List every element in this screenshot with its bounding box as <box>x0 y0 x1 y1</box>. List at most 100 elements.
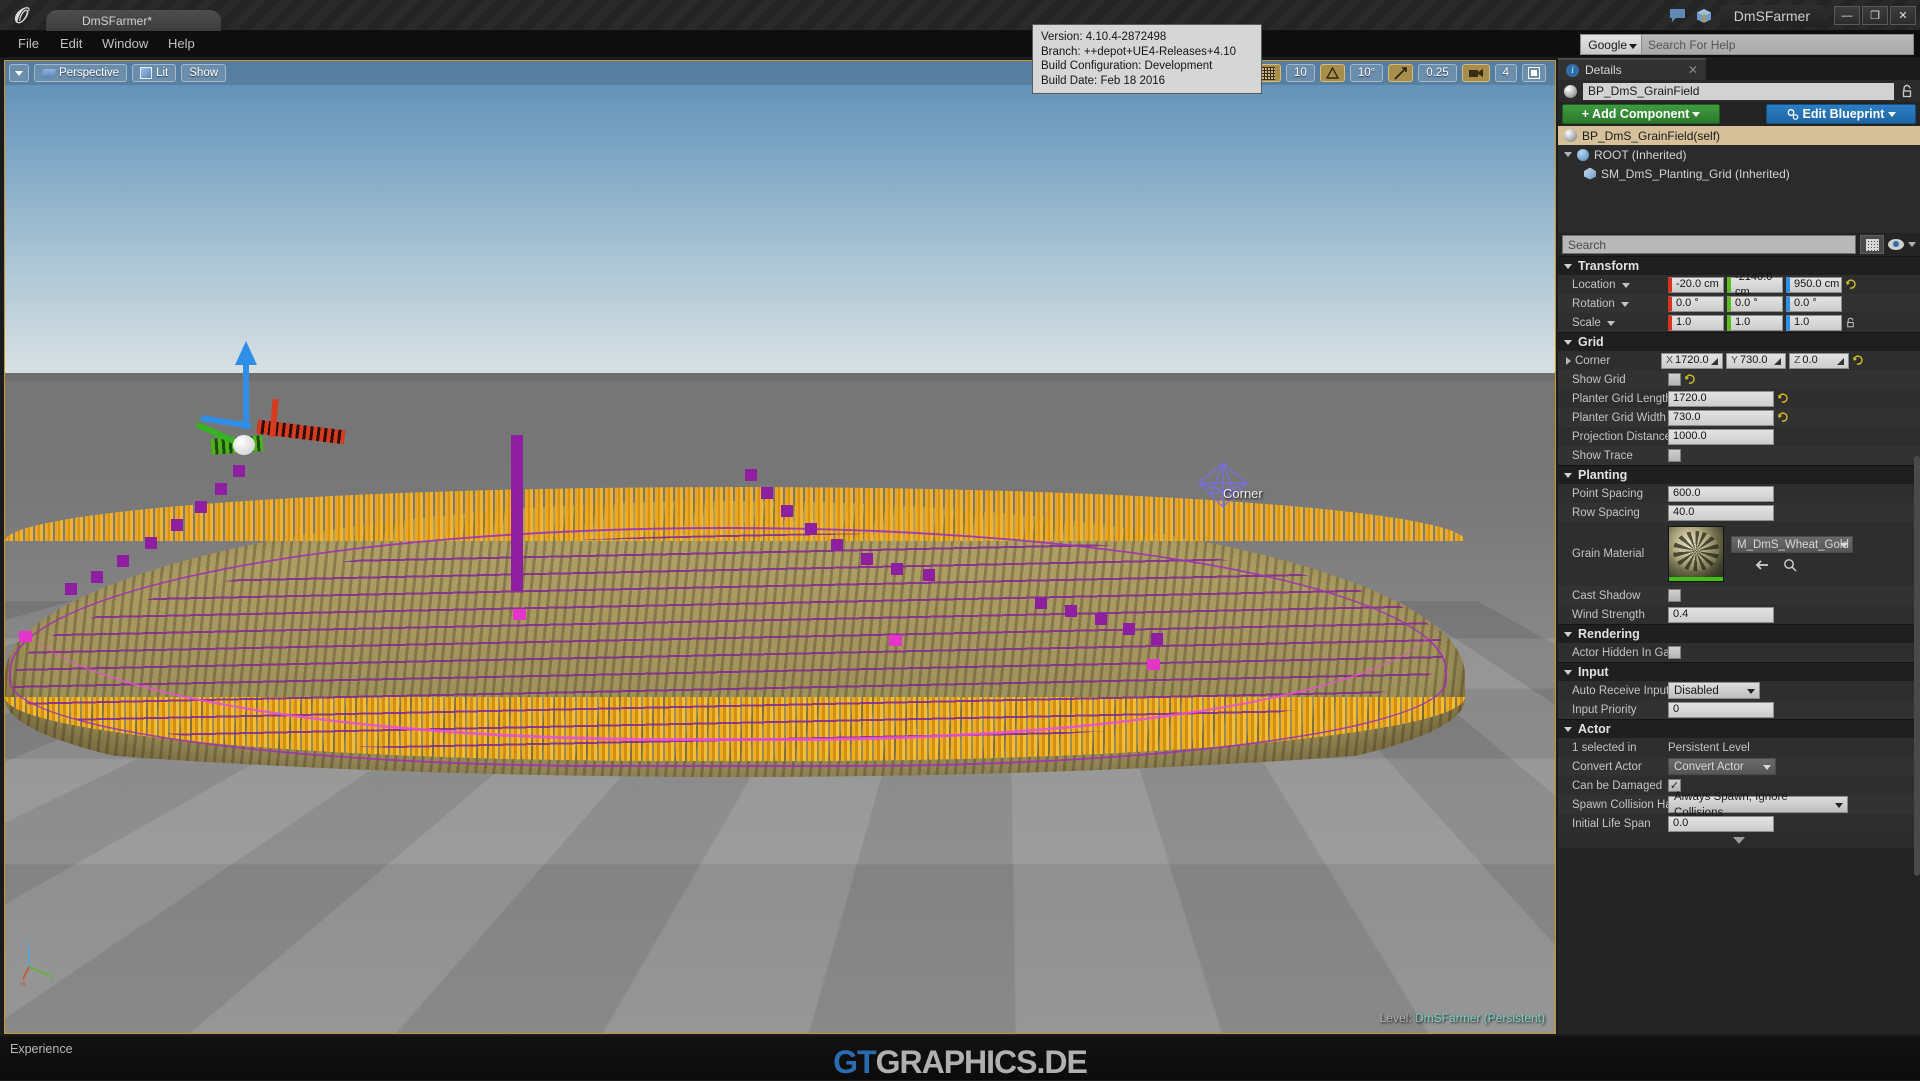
rotation-label-text: Rotation <box>1572 297 1615 310</box>
expand-triangle-icon[interactable] <box>1564 152 1572 157</box>
menu-file[interactable]: File <box>8 31 49 57</box>
rotation-x-input[interactable]: 0.0 ° <box>1668 295 1724 312</box>
location-label[interactable]: Location <box>1572 279 1668 291</box>
angle-snap-value[interactable]: 10° <box>1349 64 1384 82</box>
viewport-options-button[interactable] <box>9 64 29 82</box>
show-flags-button[interactable]: Show <box>181 64 227 82</box>
help-search-input[interactable]: Search For Help <box>1642 34 1914 55</box>
corner-y-input[interactable]: Y 730.0 <box>1726 352 1786 369</box>
tree-node-self[interactable]: BP_DmS_GrainField(self) <box>1558 126 1920 145</box>
use-selected-asset-icon[interactable] <box>1755 559 1769 571</box>
lock-icon[interactable] <box>1900 84 1914 98</box>
location-z-input[interactable]: 950.0 cm <box>1786 276 1842 293</box>
tab-details[interactable]: i Details ✕ <box>1558 58 1706 80</box>
property-row-selected-in: 1 selected in Persistent Level <box>1558 738 1920 757</box>
material-thumbnail[interactable] <box>1668 526 1724 582</box>
camera-speed-toggle[interactable] <box>1461 64 1490 82</box>
corner-z-input[interactable]: Z 0.0 <box>1789 352 1849 369</box>
rotation-y-input[interactable]: 0.0 ° <box>1727 295 1783 312</box>
spinner-icon[interactable] <box>1773 357 1782 366</box>
revert-icon[interactable] <box>1777 393 1788 404</box>
scale-x-input[interactable]: 1.0 <box>1668 314 1724 331</box>
cast-shadow-checkbox[interactable] <box>1668 589 1681 602</box>
transform-gizmo[interactable] <box>195 341 283 455</box>
camera-speed-value[interactable]: 4 <box>1494 64 1517 82</box>
row-spacing-input[interactable]: 40.0 <box>1668 504 1774 521</box>
maximize-button[interactable]: ❐ <box>1862 6 1888 25</box>
level-prefix-label: Level: <box>1379 1011 1412 1025</box>
project-tab[interactable]: DmSFarmer* <box>46 10 221 31</box>
input-priority-input[interactable]: 0 <box>1668 701 1774 718</box>
search-engine-dropdown[interactable]: Google <box>1580 34 1642 55</box>
point-spacing-input[interactable]: 600.0 <box>1668 485 1774 502</box>
revert-icon[interactable] <box>1852 355 1863 366</box>
auto-receive-input-dropdown[interactable]: Disabled <box>1668 682 1760 699</box>
revert-icon[interactable] <box>1777 412 1788 423</box>
close-icon[interactable]: ✕ <box>1664 63 1698 77</box>
section-header-input[interactable]: Input <box>1558 662 1920 681</box>
revert-icon[interactable] <box>1684 374 1695 385</box>
level-viewport[interactable]: Corner Perspective Lit Show 10 10° 0.25 … <box>4 60 1556 1034</box>
actor-hidden-in-game-checkbox[interactable] <box>1668 646 1681 659</box>
scale-z-input[interactable]: 1.0 <box>1786 314 1842 331</box>
display-options-button[interactable] <box>1860 235 1884 254</box>
show-trace-checkbox[interactable] <box>1668 449 1681 462</box>
scale-label[interactable]: Scale <box>1572 317 1668 329</box>
menu-edit[interactable]: Edit <box>50 31 92 57</box>
menu-window[interactable]: Window <box>92 31 158 57</box>
projection-distance-input[interactable]: 1000.0 <box>1668 428 1774 445</box>
gizmo-red-axis[interactable] <box>269 398 279 438</box>
planter-grid-length-input[interactable]: 1720.0 <box>1668 390 1774 407</box>
edit-blueprint-button[interactable]: Edit Blueprint <box>1766 104 1916 124</box>
details-scrollbar[interactable] <box>1914 456 1920 876</box>
cube-icon[interactable] <box>1694 6 1714 26</box>
initial-life-span-input[interactable]: 0.0 <box>1668 815 1774 832</box>
grid-snap-value[interactable]: 10 <box>1286 64 1315 82</box>
section-header-grid[interactable]: Grid <box>1558 332 1920 351</box>
spawn-collision-dropdown[interactable]: Always Spawn, Ignore Collisions <box>1668 791 1848 819</box>
scale-y-input[interactable]: 1.0 <box>1727 314 1783 331</box>
tree-node-label: BP_DmS_GrainField(self) <box>1582 128 1721 143</box>
chevron-down-icon[interactable] <box>1908 242 1916 247</box>
camera-mode-button[interactable]: Perspective <box>34 64 128 82</box>
convert-actor-dropdown[interactable]: Convert Actor <box>1668 758 1776 775</box>
gizmo-z-arrowhead[interactable] <box>235 341 257 365</box>
angle-snap-toggle[interactable] <box>1319 64 1345 82</box>
planter-grid-width-input[interactable]: 730.0 <box>1668 409 1774 426</box>
scale-snap-value[interactable]: 0.25 <box>1418 64 1457 82</box>
tree-node-root[interactable]: ROOT (Inherited) <box>1558 145 1920 164</box>
revert-icon[interactable] <box>1845 279 1856 290</box>
location-y-input[interactable]: -2140.0 cm <box>1727 271 1783 298</box>
show-grid-checkbox[interactable] <box>1668 373 1681 386</box>
view-mode-button[interactable]: Lit <box>132 64 177 82</box>
expand-triangle-icon[interactable] <box>1566 356 1571 365</box>
section-header-rendering[interactable]: Rendering <box>1558 624 1920 643</box>
section-header-actor[interactable]: Actor <box>1558 719 1920 738</box>
scale-snap-toggle[interactable] <box>1388 64 1414 82</box>
visibility-eye-icon[interactable] <box>1888 239 1904 250</box>
corner-x-input[interactable]: X 1720.0 <box>1661 352 1723 369</box>
close-button[interactable]: ✕ <box>1890 6 1916 25</box>
details-search-input[interactable]: Search <box>1562 235 1856 254</box>
section-header-planting[interactable]: Planting <box>1558 465 1920 484</box>
grain-material-dropdown[interactable]: M_DmS_Wheat_Gold <box>1731 536 1853 553</box>
location-x-input[interactable]: -20.0 cm <box>1668 276 1724 293</box>
browse-asset-icon[interactable] <box>1783 558 1797 572</box>
tree-node-planting-grid[interactable]: SM_DmS_Planting_Grid (Inherited) <box>1558 164 1920 183</box>
scale-lock-icon[interactable] <box>1845 317 1856 328</box>
menu-help[interactable]: Help <box>158 31 205 57</box>
rotation-z-input[interactable]: 0.0 ° <box>1786 295 1842 312</box>
minimize-button[interactable]: — <box>1834 6 1860 25</box>
rotation-label[interactable]: Rotation <box>1572 298 1668 310</box>
spinner-icon[interactable] <box>1836 357 1845 366</box>
feedback-icon[interactable] <box>1668 6 1688 26</box>
show-more-properties-button[interactable] <box>1558 833 1920 848</box>
wind-strength-input[interactable]: 0.4 <box>1668 606 1774 623</box>
actor-title: Actor <box>1578 722 1611 736</box>
maximize-viewport-button[interactable] <box>1522 64 1546 82</box>
gizmo-center-ball[interactable] <box>233 435 255 455</box>
add-component-button[interactable]: + Add Component <box>1562 104 1720 124</box>
spinner-icon[interactable] <box>1710 357 1719 366</box>
corner-billboard-icon[interactable] <box>1195 459 1251 511</box>
actor-name-input[interactable]: BP_DmS_GrainField <box>1583 82 1894 100</box>
